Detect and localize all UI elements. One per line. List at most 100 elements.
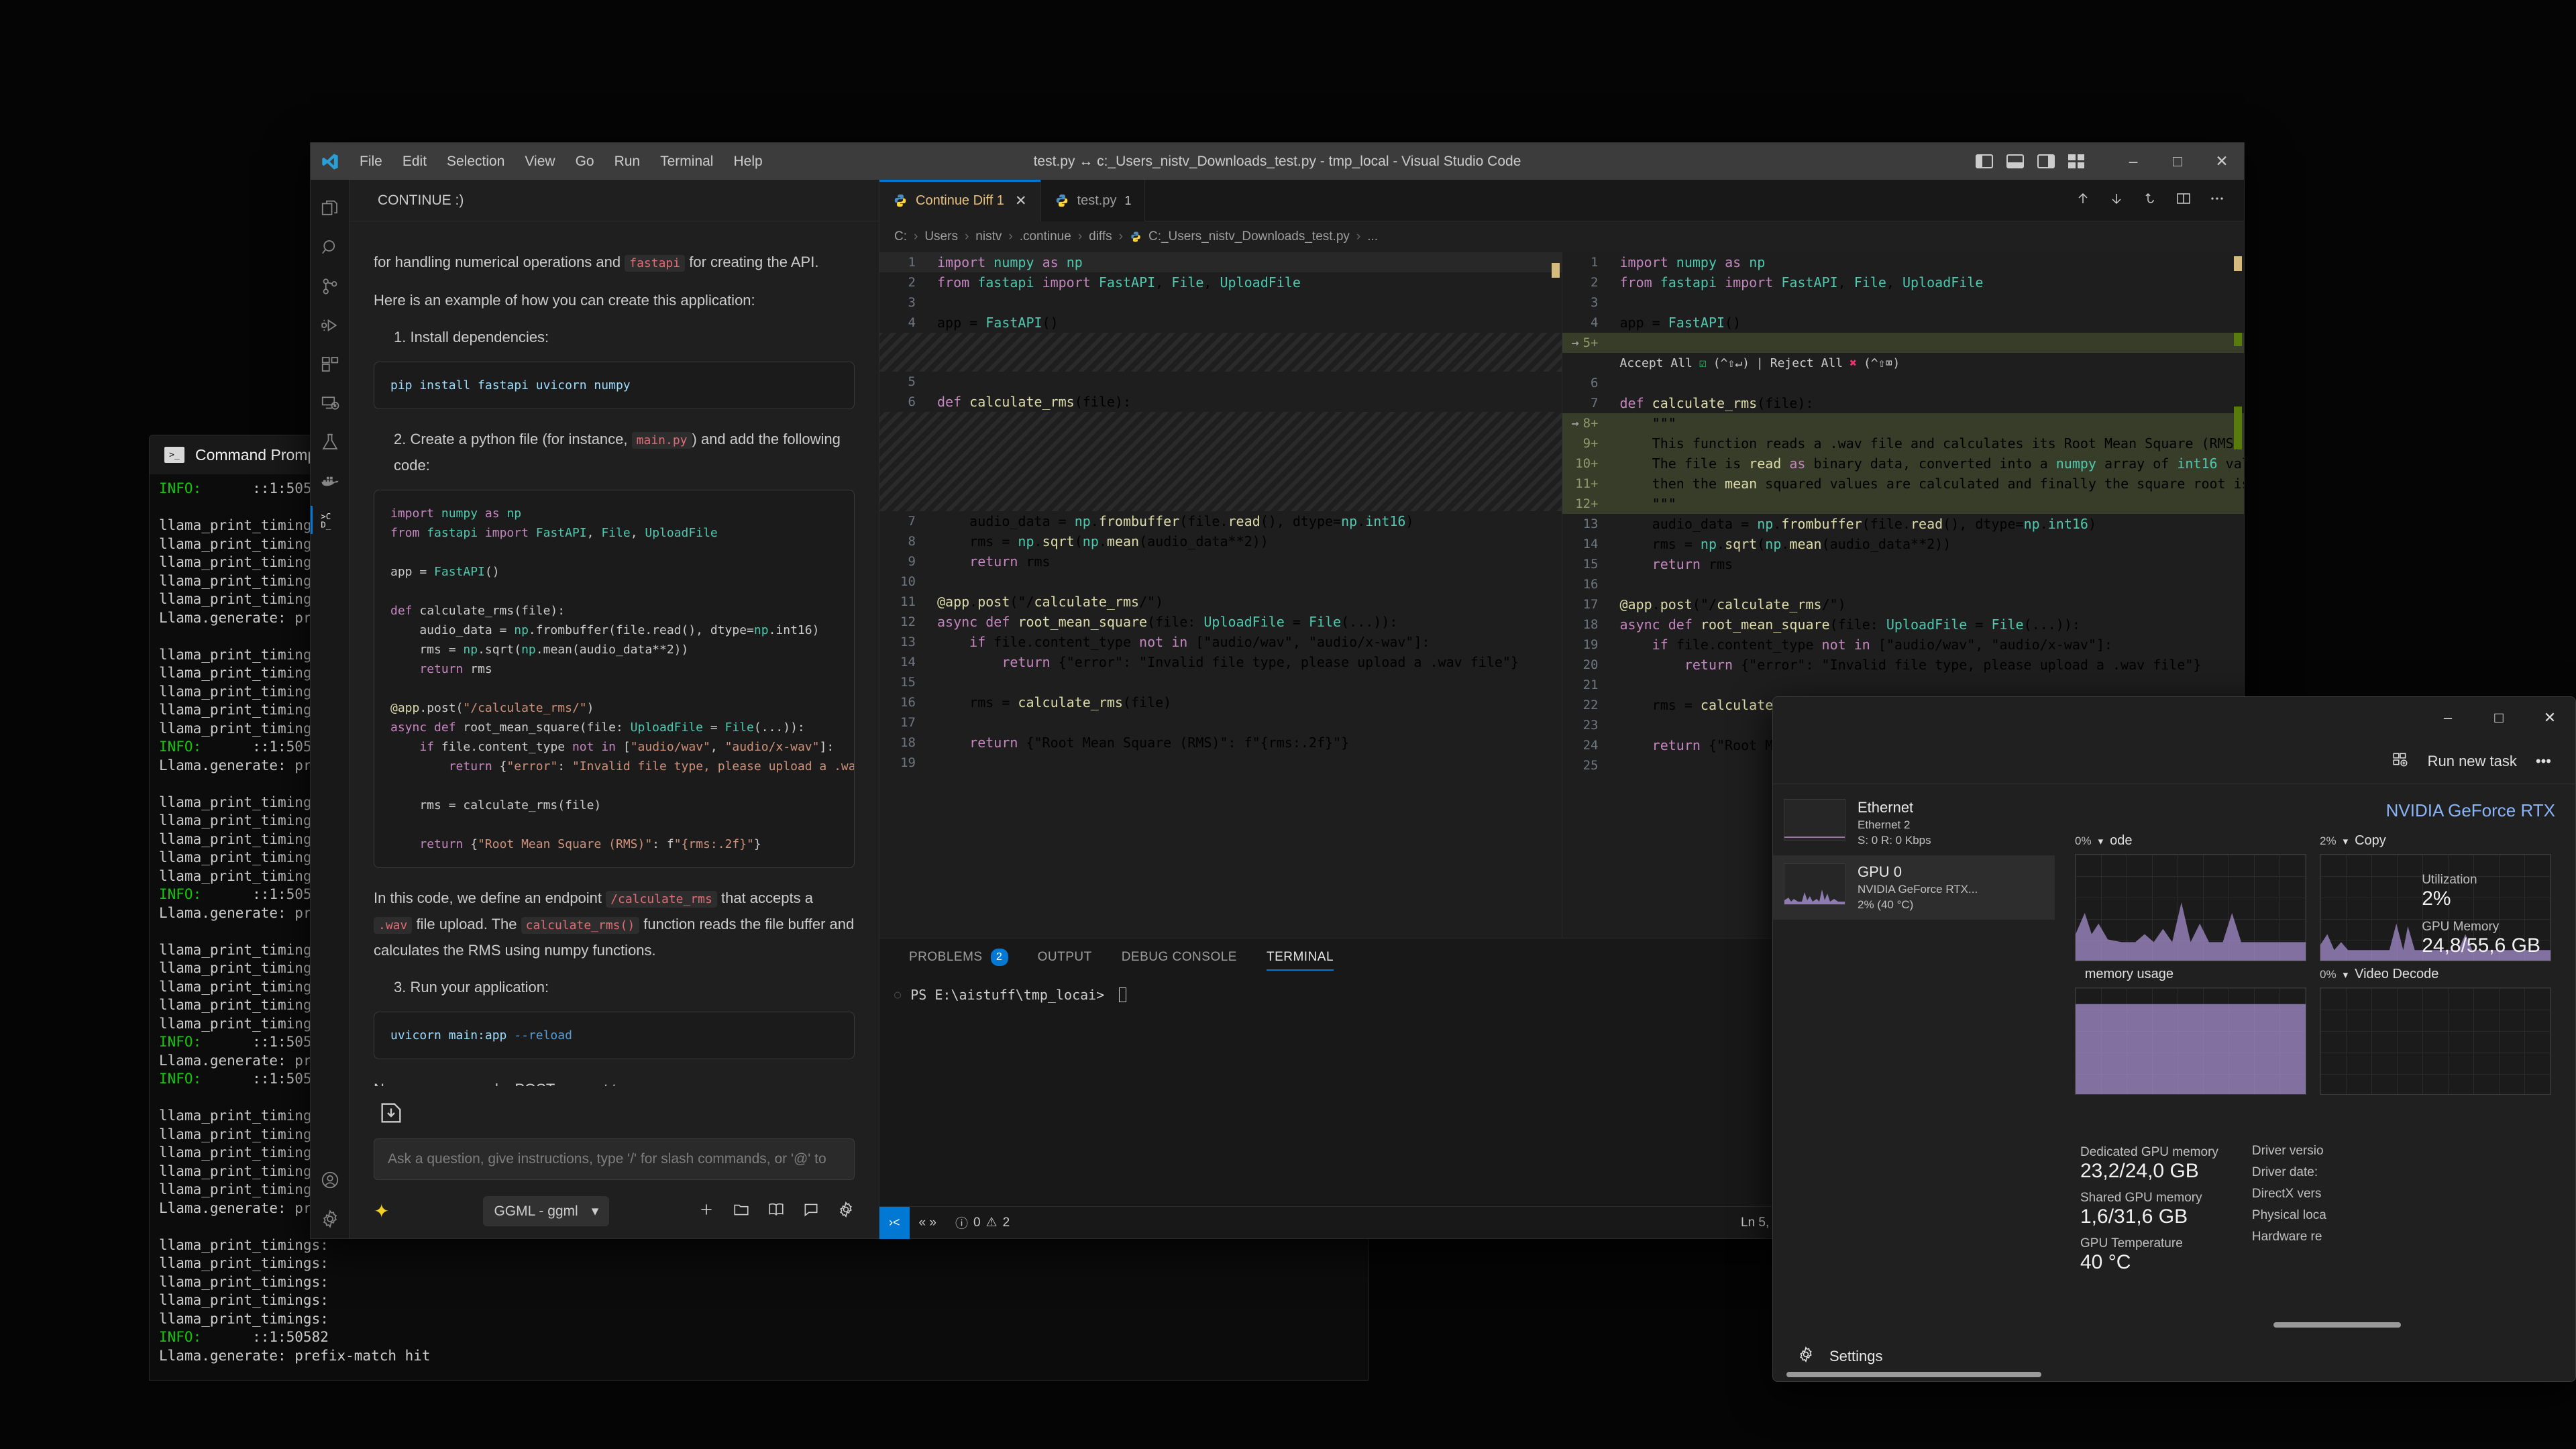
menu-item-edit[interactable]: Edit (392, 150, 437, 174)
sparkle-icon[interactable]: ✦ (374, 1200, 389, 1222)
task-manager-sidebar[interactable]: EthernetEthernet 2S: 0 R: 0 KbpsGPU 0NVI… (1773, 784, 2055, 1332)
accept-reject-bar[interactable]: Accept All☑(^⇧↵)|Reject All✖(^⇧⌧) (1562, 353, 2245, 373)
diff-line[interactable]: 16 (1562, 574, 2245, 594)
breadcrumb-item[interactable]: Users (924, 229, 958, 244)
sidebar-item-testing[interactable] (311, 423, 350, 462)
customize-layout-icon[interactable] (2068, 154, 2084, 168)
code-block-install[interactable]: pip install fastapi uvicorn numpy (374, 362, 855, 409)
split-editor-icon[interactable] (2176, 191, 2192, 210)
diff-line[interactable]: 13 if file.content_type not in ["audio/w… (879, 632, 1562, 652)
check-icon[interactable]: ☑ (1699, 356, 1707, 370)
menu-item-view[interactable]: View (515, 150, 565, 174)
chat-input[interactable]: Ask a question, give instructions, type … (374, 1138, 855, 1180)
menu-item-terminal[interactable]: Terminal (650, 150, 723, 174)
close-icon[interactable]: ✕ (1015, 193, 1027, 209)
diff-line[interactable]: 21 (1562, 675, 2245, 695)
panel-tab-output[interactable]: OUTPUT (1023, 938, 1107, 976)
tab-continue-diff-1[interactable]: Continue Diff 1✕ (879, 180, 1041, 221)
menu-item-file[interactable]: File (350, 150, 392, 174)
revert-icon[interactable] (2142, 191, 2158, 210)
layout-controls[interactable] (1976, 154, 2084, 168)
diff-line[interactable]: 6 (1562, 373, 2245, 393)
panel-tab-problems[interactable]: PROBLEMS2 (894, 938, 1023, 976)
run-new-task-icon[interactable] (2392, 751, 2409, 772)
vscode-close-button[interactable]: ✕ (2200, 143, 2244, 180)
diff-line[interactable]: 14 return {"error": "Invalid file type, … (879, 652, 1562, 672)
arrow-down-icon[interactable] (2108, 191, 2125, 210)
toggle-primary-sidebar-icon[interactable] (1976, 154, 1993, 168)
diff-line[interactable]: 1import numpy as np (879, 252, 1562, 272)
model-selector[interactable]: GGML - ggml ▾ (483, 1196, 609, 1226)
reject-all-button[interactable]: Reject All (1770, 356, 1843, 370)
breadcrumb[interactable]: C:›Users›nistv›.continue›diffs›C:_Users_… (879, 221, 2244, 252)
sidebar-item-source-control[interactable] (311, 267, 350, 306)
save-to-file-icon[interactable] (378, 1099, 405, 1126)
diff-line[interactable]: 14 rms = np.sqrt(np.mean(audio_data**2)) (1562, 534, 2245, 554)
diff-line[interactable]: 11@app.post("/calculate_rms/") (879, 592, 1562, 612)
toggle-panel-icon[interactable] (2006, 154, 2024, 168)
x-icon[interactable]: ✖ (1849, 356, 1857, 370)
diff-line[interactable]: 19 if file.content_type not in ["audio/w… (1562, 635, 2245, 655)
more-options-icon[interactable]: ••• (2536, 753, 2551, 770)
diff-line[interactable]: 9 return rms (879, 551, 1562, 572)
tab-test-py[interactable]: test.py1 (1041, 180, 1146, 221)
folder-icon[interactable] (733, 1201, 750, 1222)
diff-line[interactable]: →8+ """ (1562, 413, 2245, 433)
task-manager-toolbar[interactable]: Run new task ••• (1773, 739, 2575, 784)
breadcrumb-item[interactable]: nistv (975, 229, 1002, 244)
diff-line[interactable]: 15 (879, 672, 1562, 692)
breadcrumb-item[interactable]: diffs (1089, 229, 1112, 244)
diff-line[interactable]: 10 (879, 572, 1562, 592)
toggle-secondary-sidebar-icon[interactable] (2037, 154, 2055, 168)
menu-item-run[interactable]: Run (604, 150, 651, 174)
diff-pane-original[interactable]: 1import numpy as np2from fastapi import … (879, 252, 1562, 938)
book-icon[interactable] (767, 1201, 785, 1222)
vscode-maximize-button[interactable]: □ (2155, 143, 2200, 180)
remote-indicator[interactable]: ›< (879, 1207, 910, 1239)
task-manager-hscrollbar[interactable] (1786, 1372, 2041, 1377)
diff-line[interactable]: 20 return {"error": "Invalid file type, … (1562, 655, 2245, 675)
arrow-up-icon[interactable] (2075, 191, 2091, 210)
gear-icon[interactable] (837, 1201, 855, 1222)
diff-line[interactable]: 2from fastapi import FastAPI, File, Uplo… (879, 272, 1562, 292)
vscode-menubar[interactable]: FileEditSelectionViewGoRunTerminalHelp (350, 150, 773, 174)
plus-icon[interactable] (698, 1201, 715, 1222)
diff-line[interactable]: 19 (879, 753, 1562, 773)
status-badge[interactable]: ⓘ 0 ⚠ 2 (946, 1214, 1019, 1232)
diff-line[interactable]: 10+ The file is read as binary data, con… (1562, 453, 2245, 474)
diff-line[interactable]: 11+ then the mean squared values are cal… (1562, 474, 2245, 494)
diff-line[interactable]: 12+ """ (1562, 494, 2245, 514)
more-actions-icon[interactable] (2209, 191, 2225, 210)
diff-line[interactable]: 4app = FastAPI() (879, 313, 1562, 333)
diff-line[interactable]: 7def calculate_rms(file): (1562, 393, 2245, 413)
diff-line[interactable]: 5 (879, 372, 1562, 392)
editor-tab-bar[interactable]: Continue Diff 1✕test.py1 (879, 180, 2244, 221)
comment-icon[interactable] (802, 1201, 820, 1222)
diff-line[interactable]: 18 return {"Root Mean Square (RMS)": f"{… (879, 733, 1562, 753)
diff-line[interactable]: 17 (879, 712, 1562, 733)
vscode-titlebar[interactable]: FileEditSelectionViewGoRunTerminalHelp t… (311, 143, 2244, 180)
diff-line[interactable]: 3 (1562, 292, 2245, 313)
diff-line[interactable]: 1import numpy as np (1562, 252, 2245, 272)
menu-item-selection[interactable]: Selection (437, 150, 515, 174)
diff-line[interactable]: 12async def root_mean_square(file: Uploa… (879, 612, 1562, 632)
diff-line[interactable]: 15 return rms (1562, 554, 2245, 574)
diff-line[interactable]: →5+ (1562, 333, 2245, 353)
chat-scroll-area[interactable]: for handling numerical operations and fa… (350, 221, 879, 1086)
activity-bar[interactable]: >CD_ (311, 180, 350, 1238)
panel-tab-debug-console[interactable]: DEBUG CONSOLE (1107, 938, 1252, 976)
continue-chat-sidebar[interactable]: CONTINUE :) for handling numerical opera… (350, 180, 879, 1238)
tm-sidebar-item-ethernet[interactable]: EthernetEthernet 2S: 0 R: 0 Kbps (1773, 791, 2055, 855)
chat-footer[interactable]: Ask a question, give instructions, type … (350, 1086, 879, 1238)
menu-item-help[interactable]: Help (723, 150, 772, 174)
vscode-window-controls[interactable]: – □ ✕ (2111, 143, 2244, 180)
gear-icon[interactable] (311, 1199, 350, 1238)
breadcrumb-item[interactable]: C: (894, 229, 907, 244)
diff-left-scrollbar[interactable] (1552, 252, 1560, 938)
breadcrumb-item[interactable]: .continue (1020, 229, 1071, 244)
gpu-pane-hscrollbar[interactable] (2273, 1322, 2401, 1328)
code-block-main[interactable]: import numpy as np from fastapi import F… (374, 490, 855, 868)
sidebar-item-search[interactable] (311, 228, 350, 267)
diff-line[interactable]: 18async def root_mean_square(file: Uploa… (1562, 614, 2245, 635)
diff-line[interactable]: 4app = FastAPI() (1562, 313, 2245, 333)
